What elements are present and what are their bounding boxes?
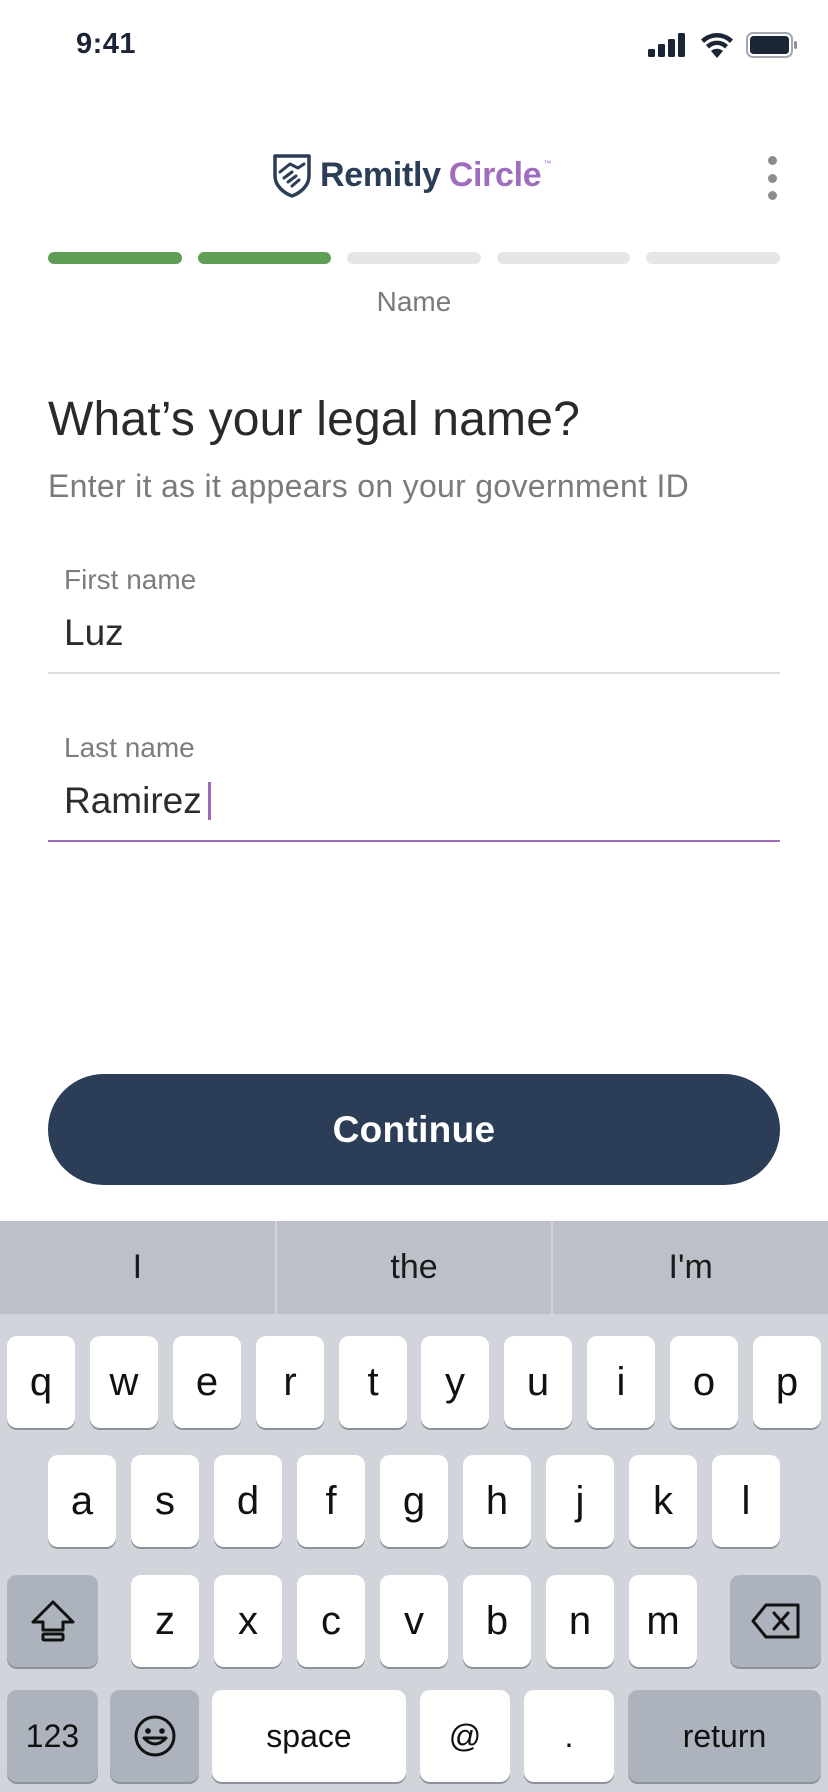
key-t[interactable]: t [339,1336,407,1428]
page-title: What’s your legal name? [48,393,580,446]
last-name-value: Ramirez [64,780,202,821]
key-a[interactable]: a [48,1455,116,1547]
logo-text-circle: Circle [448,155,542,194]
key-l[interactable]: l [712,1455,780,1547]
delete-key[interactable] [730,1575,821,1667]
text-cursor [207,782,211,820]
suggestion-item[interactable]: I [0,1221,275,1314]
key-y[interactable]: y [421,1336,489,1428]
shift-key[interactable] [7,1575,98,1667]
progress-segment [646,252,780,264]
backspace-icon [751,1603,799,1639]
shift-icon [31,1600,74,1642]
key-c[interactable]: c [297,1575,365,1667]
key-o[interactable]: o [670,1336,738,1428]
suggestion-bar: I the I'm [0,1221,828,1314]
logo-text-remitly: Remitly [320,155,441,194]
key-i[interactable]: i [587,1336,655,1428]
key-n[interactable]: n [546,1575,614,1667]
key-b[interactable]: b [463,1575,531,1667]
progress-bar [48,252,780,264]
key-z[interactable]: z [131,1575,199,1667]
at-key[interactable]: @ [420,1690,510,1782]
key-f[interactable]: f [297,1455,365,1547]
status-icons [648,32,798,58]
first-name-label: First name [64,564,197,595]
key-r[interactable]: r [256,1336,324,1428]
cellular-signal-icon [648,33,685,57]
key-x[interactable]: x [214,1575,282,1667]
return-key[interactable]: return [628,1690,821,1782]
app-header: Remitly Circle ™ [0,130,828,220]
key-w[interactable]: w [90,1336,158,1428]
key-s[interactable]: s [131,1455,199,1547]
key-k[interactable]: k [629,1455,697,1547]
progress-segment [496,252,631,264]
key-p[interactable]: p [753,1336,821,1428]
status-bar: 9:41 [0,0,828,92]
key-m[interactable]: m [629,1575,697,1667]
key-e[interactable]: e [173,1336,241,1428]
suggestion-item[interactable]: I'm [553,1221,828,1314]
key-v[interactable]: v [380,1575,448,1667]
emoji-key[interactable] [110,1690,199,1782]
handshake-shield-icon [273,154,311,198]
wifi-icon [701,33,733,58]
progress-segment [48,252,182,264]
remitly-circle-logo: Remitly Circle ™ [272,152,557,198]
key-q[interactable]: q [7,1336,75,1428]
key-u[interactable]: u [504,1336,572,1428]
battery-icon [746,32,797,58]
last-name-input[interactable]: Ramirez [64,780,211,822]
more-vertical-icon-dot [767,156,777,165]
emoji-icon [134,1715,175,1757]
page-subtitle: Enter it as it appears on your governmen… [48,468,690,504]
keyboard: I the I'm q w e r t y u i o p a s d f g … [0,1221,828,1792]
progress-segment [197,252,332,264]
more-options-button[interactable] [760,156,784,200]
last-name-field[interactable]: Last name Ramirez [48,732,780,842]
first-name-value[interactable]: Luz [64,612,124,654]
key-d[interactable]: d [214,1455,282,1547]
numbers-key[interactable]: 123 [7,1690,98,1782]
progress-segment [347,252,481,264]
status-time: 9:41 [76,28,137,60]
key-j[interactable]: j [546,1455,614,1547]
more-vertical-icon-dot [767,191,777,200]
logo-trademark: ™ [543,158,552,168]
continue-button[interactable]: Continue [48,1074,780,1185]
suggestion-item[interactable]: the [277,1221,552,1314]
step-label: Name [376,286,452,317]
space-key[interactable]: space [212,1690,406,1782]
more-vertical-icon-dot [767,173,777,183]
key-h[interactable]: h [463,1455,531,1547]
first-name-field[interactable]: First name Luz [48,564,780,674]
key-g[interactable]: g [380,1455,448,1547]
period-key[interactable]: . [524,1690,614,1782]
last-name-label: Last name [64,732,195,763]
